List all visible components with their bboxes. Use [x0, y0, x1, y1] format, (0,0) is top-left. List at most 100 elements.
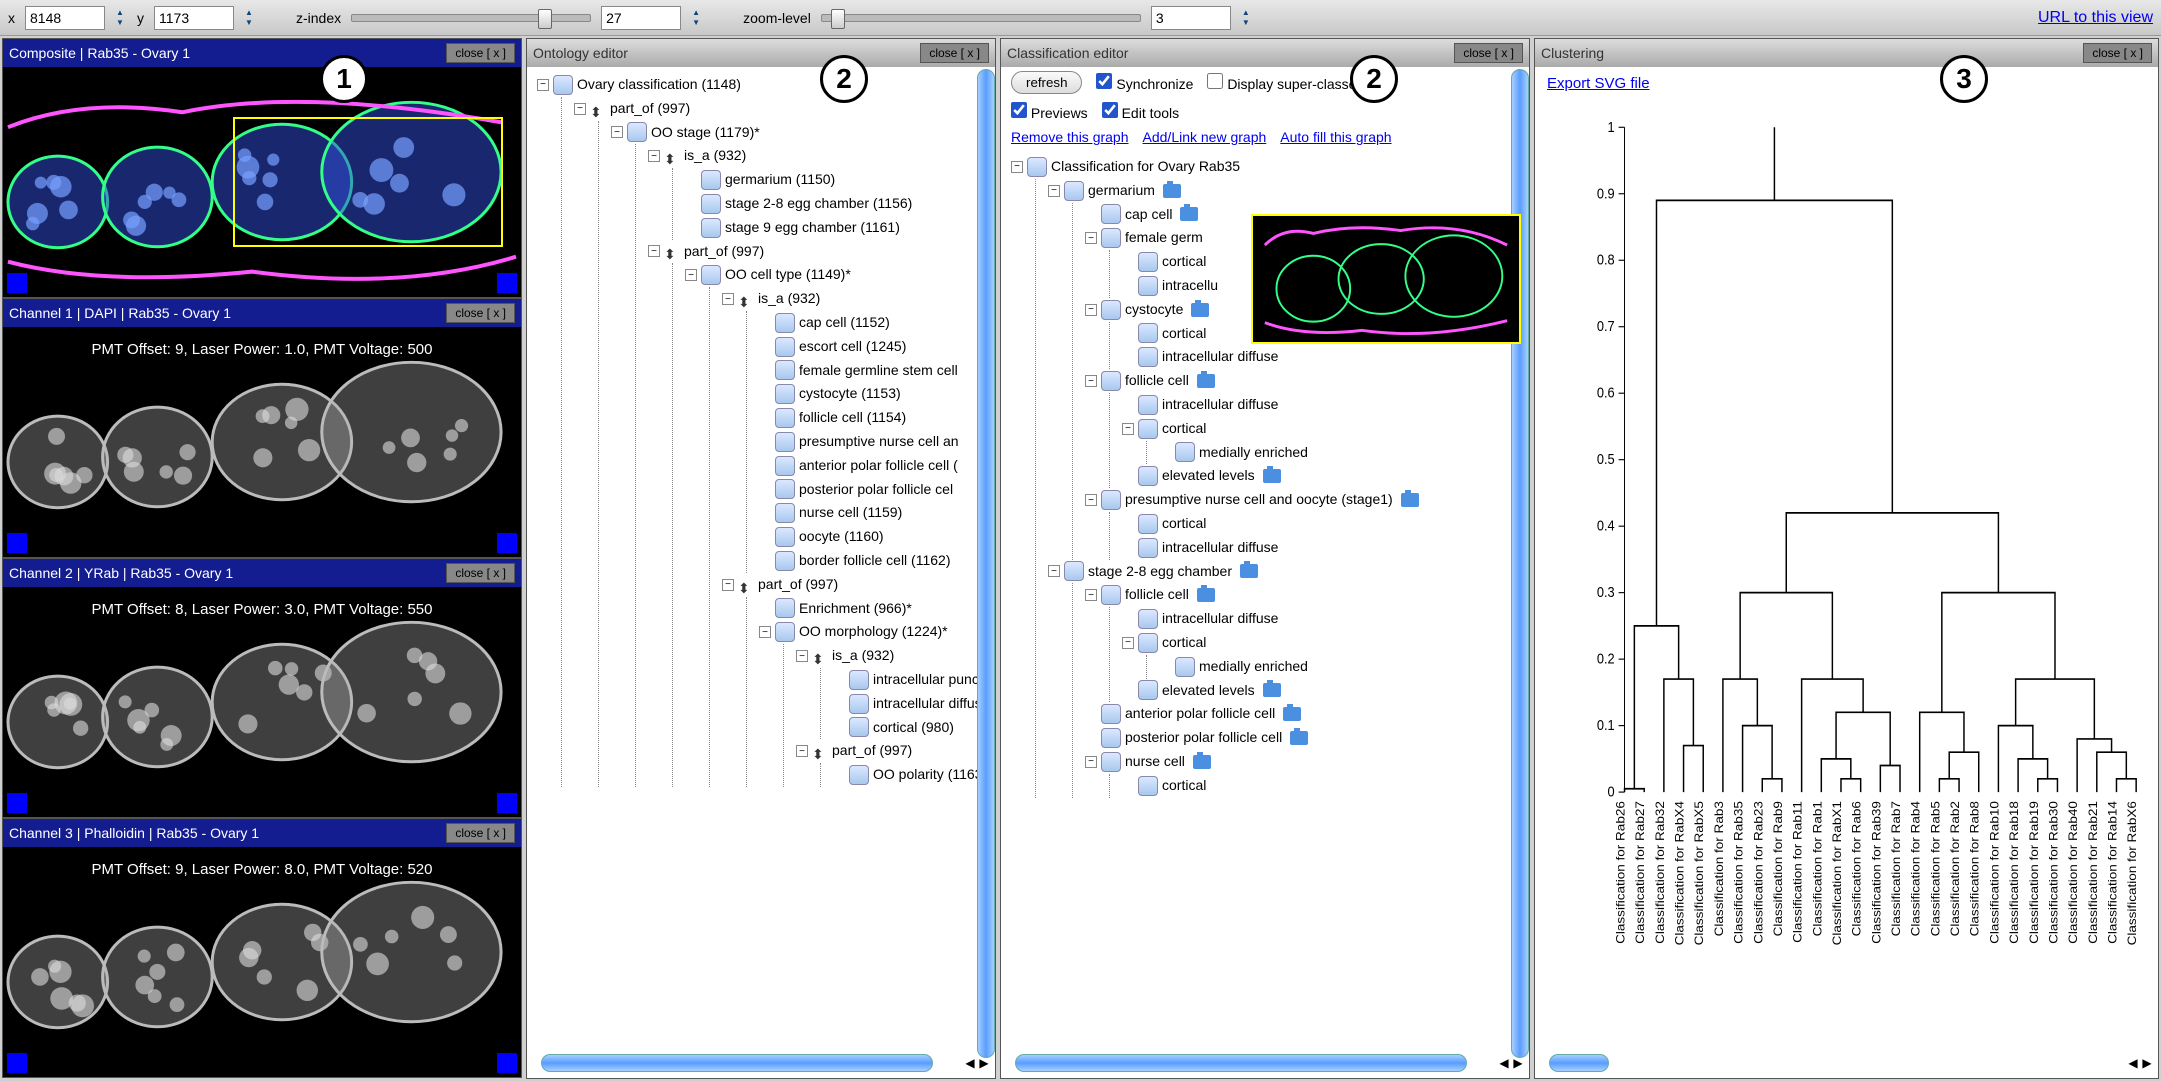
- vertical-scrollbar[interactable]: [977, 69, 995, 1058]
- camera-icon[interactable]: [1197, 588, 1215, 602]
- close-button[interactable]: close [ x ]: [446, 563, 515, 583]
- url-to-view-link[interactable]: URL to this view: [2038, 9, 2153, 27]
- scroll-left-icon[interactable]: ◀: [2126, 1056, 2140, 1070]
- scroll-right-icon[interactable]: ▶: [1511, 1056, 1525, 1070]
- close-button[interactable]: close [ x ]: [920, 43, 989, 63]
- remove-graph-link[interactable]: Remove this graph: [1011, 129, 1129, 145]
- zoom-spinner[interactable]: ▲▼: [1239, 8, 1253, 28]
- tree-node-label[interactable]: anterior polar follicle cell (: [799, 454, 958, 478]
- close-button[interactable]: close [ x ]: [446, 823, 515, 843]
- x-spinner[interactable]: ▲▼: [113, 8, 127, 28]
- tree-node-label[interactable]: OO polarity (1163: [873, 763, 982, 787]
- expand-toggle-icon[interactable]: −: [1085, 375, 1097, 387]
- tree-node-label[interactable]: elevated levels: [1162, 464, 1255, 488]
- autofill-graph-link[interactable]: Auto fill this graph: [1280, 129, 1391, 145]
- camera-icon[interactable]: [1191, 303, 1209, 317]
- tree-node-label[interactable]: cortical: [1162, 417, 1206, 441]
- tree-node-label[interactable]: germarium: [1088, 179, 1155, 203]
- add-graph-link[interactable]: Add/Link new graph: [1143, 129, 1267, 145]
- y-spinner[interactable]: ▲▼: [242, 8, 256, 28]
- camera-icon[interactable]: [1263, 683, 1281, 697]
- zindex-slider[interactable]: [351, 14, 591, 22]
- tree-node-label[interactable]: border follicle cell (1162): [799, 549, 950, 573]
- tree-node-label[interactable]: presumptive nurse cell and oocyte (stage…: [1125, 488, 1393, 512]
- tree-node-label[interactable]: cortical (980): [873, 716, 954, 740]
- camera-icon[interactable]: [1180, 207, 1198, 221]
- scroll-left-icon[interactable]: ◀: [963, 1056, 977, 1070]
- tree-node-label[interactable]: cortical: [1162, 322, 1206, 346]
- close-button[interactable]: close [ x ]: [2083, 43, 2152, 63]
- expand-toggle-icon[interactable]: −: [1085, 756, 1097, 768]
- previews-checkbox[interactable]: Previews: [1011, 102, 1088, 121]
- ontology-tree[interactable]: −Ovary classification (1148)−⬍part_of (9…: [527, 67, 995, 1052]
- scroll-right-icon[interactable]: ▶: [977, 1056, 991, 1070]
- edit-tools-checkbox[interactable]: Edit tools: [1102, 102, 1179, 121]
- tree-node-label[interactable]: intracellular diffuse: [1162, 393, 1278, 417]
- tree-node-label[interactable]: nurse cell: [1125, 750, 1185, 774]
- zindex-spinner[interactable]: ▲▼: [689, 8, 703, 28]
- expand-toggle-icon[interactable]: −: [1122, 637, 1134, 649]
- tree-node-label[interactable]: cortical: [1162, 512, 1206, 536]
- tree-node-label[interactable]: stage 2-8 egg chamber: [1088, 560, 1232, 584]
- tree-node-label[interactable]: intracellu: [1162, 274, 1218, 298]
- expand-toggle-icon[interactable]: −: [796, 745, 808, 757]
- expand-toggle-icon[interactable]: −: [574, 103, 586, 115]
- tree-node-label[interactable]: anterior polar follicle cell: [1125, 702, 1275, 726]
- camera-icon[interactable]: [1163, 184, 1181, 198]
- tree-node-label[interactable]: cystocyte: [1125, 298, 1183, 322]
- expand-toggle-icon[interactable]: −: [1085, 589, 1097, 601]
- camera-icon[interactable]: [1263, 469, 1281, 483]
- expand-toggle-icon[interactable]: −: [1085, 232, 1097, 244]
- expand-toggle-icon[interactable]: −: [1048, 565, 1060, 577]
- expand-toggle-icon[interactable]: −: [1085, 494, 1097, 506]
- tree-node-label[interactable]: intracellular punct: [873, 668, 983, 692]
- fullscreen-icon[interactable]: [7, 793, 27, 813]
- tree-node-label[interactable]: intracellular diffuse: [1162, 607, 1278, 631]
- tree-node-label[interactable]: intracellular diffuse: [1162, 345, 1278, 369]
- resize-handle-icon[interactable]: [497, 273, 517, 293]
- camera-icon[interactable]: [1240, 564, 1258, 578]
- tree-node-label[interactable]: Enrichment (966)*: [799, 597, 912, 621]
- tree-node-label[interactable]: oocyte (1160): [799, 525, 884, 549]
- camera-icon[interactable]: [1401, 493, 1419, 507]
- y-input[interactable]: [154, 6, 234, 30]
- x-input[interactable]: [25, 6, 105, 30]
- scroll-left-icon[interactable]: ◀: [1497, 1056, 1511, 1070]
- fullscreen-icon[interactable]: [7, 273, 27, 293]
- tree-node-label[interactable]: follicle cell: [1125, 369, 1189, 393]
- camera-icon[interactable]: [1193, 755, 1211, 769]
- resize-handle-icon[interactable]: [497, 533, 517, 553]
- close-button[interactable]: close [ x ]: [446, 43, 515, 63]
- tree-node-label[interactable]: escort cell (1245): [799, 335, 906, 359]
- scroll-right-icon[interactable]: ▶: [2140, 1056, 2154, 1070]
- zoom-slider[interactable]: [821, 14, 1141, 22]
- tree-node-label[interactable]: cap cell (1152): [799, 311, 890, 335]
- refresh-button[interactable]: refresh: [1011, 71, 1082, 94]
- expand-toggle-icon[interactable]: −: [1122, 423, 1134, 435]
- expand-toggle-icon[interactable]: −: [796, 650, 808, 662]
- expand-toggle-icon[interactable]: −: [1048, 185, 1060, 197]
- fullscreen-icon[interactable]: [7, 533, 27, 553]
- tree-node-label[interactable]: presumptive nurse cell an: [799, 430, 959, 454]
- tree-node-label[interactable]: Classification for Ovary Rab35: [1051, 155, 1240, 179]
- display-super-checkbox[interactable]: Display super-classes: [1207, 73, 1363, 92]
- tree-node-label[interactable]: OO stage (1179)*: [651, 121, 760, 145]
- expand-toggle-icon[interactable]: −: [648, 245, 660, 257]
- tree-node-label[interactable]: posterior polar follicle cell: [1125, 726, 1282, 750]
- expand-toggle-icon[interactable]: −: [722, 293, 734, 305]
- zoom-input[interactable]: [1151, 6, 1231, 30]
- tree-node-label[interactable]: female germline stem cell: [799, 359, 958, 383]
- horizontal-scrollbar[interactable]: [541, 1054, 933, 1072]
- zindex-input[interactable]: [601, 6, 681, 30]
- tree-node-label[interactable]: elevated levels: [1162, 679, 1255, 703]
- tree-node-label[interactable]: follicle cell: [1125, 583, 1189, 607]
- stack-viewport[interactable]: PMT Offset: 9, Laser Power: 1.0, PMT Vol…: [3, 327, 521, 557]
- camera-icon[interactable]: [1283, 707, 1301, 721]
- expand-toggle-icon[interactable]: −: [611, 126, 623, 138]
- tree-node-label[interactable]: posterior polar follicle cel: [799, 478, 953, 502]
- expand-toggle-icon[interactable]: −: [648, 150, 660, 162]
- fullscreen-icon[interactable]: [7, 1053, 27, 1073]
- tree-node-label[interactable]: OO morphology (1224)*: [799, 620, 948, 644]
- synchronize-checkbox[interactable]: Synchronize: [1096, 73, 1193, 92]
- tree-node-label[interactable]: cortical: [1162, 250, 1206, 274]
